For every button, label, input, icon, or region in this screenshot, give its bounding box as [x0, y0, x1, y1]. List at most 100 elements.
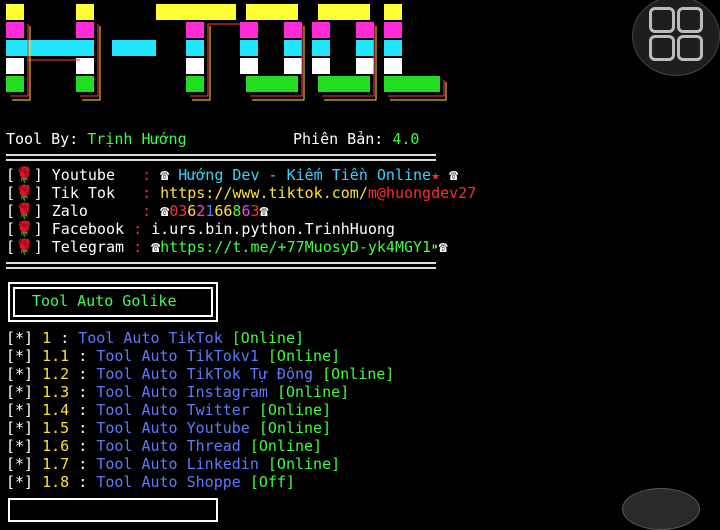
- author-label: Tool By:: [6, 130, 79, 148]
- menu-item[interactable]: [*] 1.8 : Tool Auto Shoppe [Off]: [6, 473, 295, 491]
- star-marker: [*]: [6, 365, 34, 383]
- menu-item[interactable]: [*] 1.7 : Tool Auto Linkedin [Online]: [6, 455, 340, 473]
- grid-icon: [677, 35, 703, 61]
- logo-letter-l: [384, 4, 440, 92]
- box-title: Tool Auto Golike: [32, 292, 177, 310]
- grid-icon: [649, 7, 675, 33]
- menu-item-status: [Online]: [276, 383, 350, 401]
- menu-item-label: Tool Auto TikTok: [78, 329, 223, 347]
- menu-item-number: 1.5: [42, 419, 70, 437]
- contact-label: Facebook: [51, 220, 125, 238]
- menu-item[interactable]: [*] 1.4 : Tool Auto Twitter [Online]: [6, 401, 331, 419]
- contact-value[interactable]: i.urs.bin.python.TrinhHuong: [151, 220, 395, 238]
- menu-item-number: 1.4: [42, 401, 70, 419]
- contact-value[interactable]: Hướng Dev - Kiếm Tiền Online: [178, 166, 431, 184]
- menu-item-label: Tool Auto Instagram: [96, 383, 268, 401]
- logo-dash: [112, 40, 156, 56]
- menu-item-number: 1.6: [42, 437, 70, 455]
- contact-value[interactable]: https://t.me/+77MuosyD-yk4MGY1: [160, 238, 431, 256]
- phone-icon: ☎: [449, 166, 459, 184]
- star-marker: [*]: [6, 401, 34, 419]
- star-marker: [*]: [6, 347, 34, 365]
- menu-item-status: [Online]: [267, 455, 341, 473]
- author-name: Trịnh Hướng: [87, 130, 187, 148]
- menu-sep: :: [78, 365, 88, 383]
- version-line: Phiên Bản: 4.0: [293, 130, 419, 148]
- star-marker: [*]: [6, 419, 34, 437]
- star-marker: [*]: [6, 329, 34, 347]
- h-tool-logo: [6, 4, 447, 101]
- grid-icon: [677, 7, 703, 33]
- version-label: Phiên Bản:: [293, 130, 384, 148]
- menu-item-number: 1.3: [42, 383, 70, 401]
- menu-item-label: Tool Auto TikTokv1: [96, 347, 259, 365]
- phone-icon: ☎: [160, 166, 170, 184]
- contact-facebook: [🌹] Facebook : i.urs.bin.python.TrinhHuo…: [6, 220, 395, 238]
- menu-sep: :: [78, 437, 88, 455]
- menu-item-label: Tool Auto Shoppe: [96, 473, 241, 491]
- menu-item[interactable]: [*] 1 : Tool Auto TikTok [Online]: [6, 329, 304, 347]
- rose-icon: 🌹: [15, 202, 34, 220]
- star-marker: [*]: [6, 473, 34, 491]
- author-line: Tool By: Trịnh Hướng: [6, 130, 187, 148]
- rose-icon: 🌹: [15, 184, 34, 202]
- menu-item-status: [Online]: [258, 419, 332, 437]
- logo-shadow: [10, 23, 445, 97]
- grid-menu-button[interactable]: [632, 0, 720, 76]
- contact-label: Zalo: [51, 202, 88, 220]
- contact-label: Telegram: [51, 238, 125, 256]
- menu-sep: :: [78, 473, 88, 491]
- menu-item-label: Tool Auto Linkedin: [96, 455, 259, 473]
- menu-item-status: [Off]: [249, 473, 295, 491]
- menu-item-label: Tool Auto Twitter: [96, 401, 250, 419]
- contact-value-handle[interactable]: m@huongdev27: [368, 184, 476, 202]
- divider: [6, 154, 436, 161]
- menu-item[interactable]: [*] 1.5 : Tool Auto Youtube [Online]: [6, 419, 331, 437]
- contact-tiktok: [🌹] Tik Tok : https://www.tiktok.com/m@h…: [6, 184, 477, 202]
- menu-item-label: Tool Auto Youtube: [96, 419, 250, 437]
- menu-sep: :: [78, 383, 88, 401]
- contact-value[interactable]: https://www.tiktok.com/: [160, 184, 368, 202]
- divider: [6, 262, 436, 269]
- grid-icon: [649, 35, 675, 61]
- contact-zalo: [🌹] Zalo : ☎0362166863☎: [6, 202, 269, 220]
- contact-label: Youtube: [51, 166, 115, 184]
- menu-item-number: 1.8: [42, 473, 70, 491]
- phone-icon: ☎: [438, 238, 448, 256]
- star-marker: [*]: [6, 383, 34, 401]
- menu-item[interactable]: [*] 1.1 : Tool Auto TikTokv1 [Online]: [6, 347, 340, 365]
- menu-item-status: [Online]: [231, 329, 305, 347]
- menu-item-status: [Online]: [267, 347, 341, 365]
- gun-icon: ⁍: [431, 238, 439, 256]
- contact-telegram: [🌹] Telegram : ☎https://t.me/+77MuosyD-y…: [6, 238, 448, 256]
- menu-item[interactable]: [*] 1.3 : Tool Auto Instagram [Online]: [6, 383, 349, 401]
- menu-item[interactable]: [*] 1.2 : Tool Auto TikTok Tự Động [Onli…: [6, 365, 394, 383]
- menu-item-status: [Online]: [249, 437, 323, 455]
- menu-item-label: Tool Auto TikTok Tự Động: [96, 365, 314, 383]
- menu-sep: :: [78, 455, 88, 473]
- menu-sep: :: [78, 401, 88, 419]
- menu-sep: :: [78, 347, 88, 365]
- menu-item-status: [Online]: [322, 365, 395, 383]
- menu-item-label: Tool Auto Thread: [96, 437, 241, 455]
- phone-icon: ☎: [259, 202, 269, 220]
- menu-item-status: [Online]: [258, 401, 332, 419]
- rose-icon: 🌹: [15, 238, 34, 256]
- rose-icon: 🌹: [15, 166, 34, 184]
- phone-icon: ☎: [151, 238, 161, 256]
- menu-item-number: 1.1: [42, 347, 70, 365]
- menu-item[interactable]: [*] 1.6 : Tool Auto Thread [Online]: [6, 437, 322, 455]
- user-avatar-icon[interactable]: [622, 488, 700, 530]
- contact-youtube: [🌹] Youtube : ☎ Hướng Dev - Kiếm Tiền On…: [6, 166, 459, 184]
- menu-sep: :: [60, 329, 70, 347]
- logo-letter-t: [156, 4, 236, 92]
- contact-label: Tik Tok: [51, 184, 115, 202]
- bottom-box: [8, 498, 218, 522]
- star-marker: [*]: [6, 437, 34, 455]
- rose-icon: 🌹: [15, 220, 34, 238]
- menu-item-number: 1: [42, 329, 52, 347]
- star-marker: [*]: [6, 455, 34, 473]
- zalo-number[interactable]: 0362166863: [169, 202, 259, 220]
- logo-letter-h: [6, 4, 94, 92]
- menu-sep: :: [78, 419, 88, 437]
